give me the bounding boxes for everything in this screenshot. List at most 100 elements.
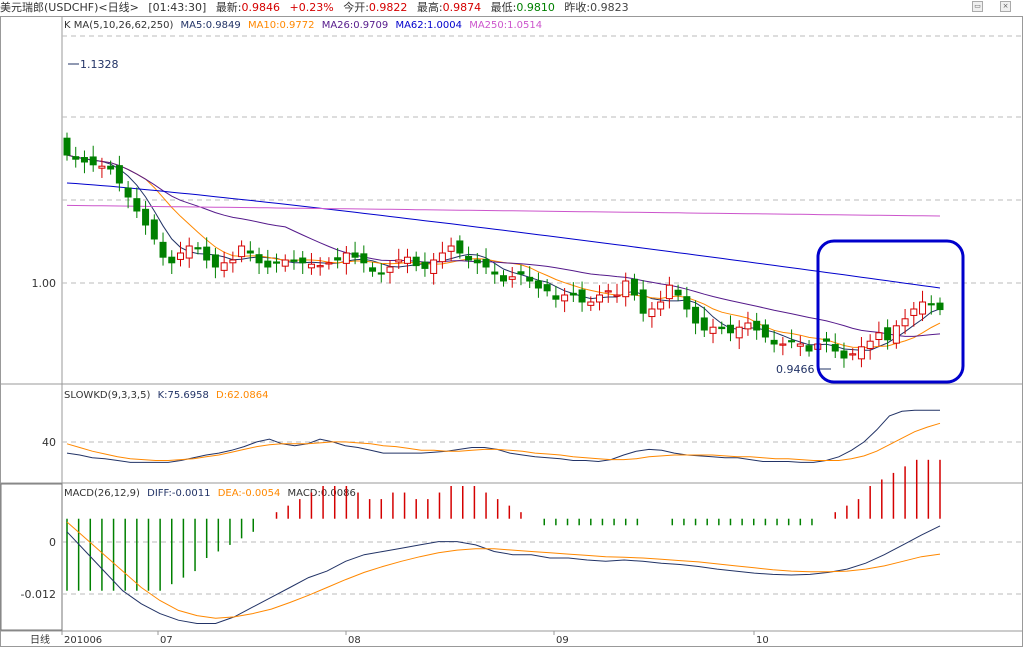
candle-body-up — [919, 301, 927, 315]
candle-body-up — [709, 326, 717, 334]
highlight-box — [816, 239, 965, 384]
candle-body-up — [875, 332, 883, 341]
candle-body-down — [692, 306, 700, 324]
gridlines — [62, 35, 1023, 595]
candle-body-up — [238, 245, 246, 258]
candle-body-down — [718, 326, 726, 330]
ma5-value: MA5:0.9849 — [181, 20, 241, 31]
candle-body-up — [438, 252, 446, 263]
candle-body-down — [351, 252, 359, 258]
candle-body-up — [281, 259, 289, 267]
x-axis-label: 日线 — [30, 633, 50, 646]
low-price-value: 0.9810 — [516, 1, 555, 14]
max-price-marker: 1.1328 — [68, 58, 119, 71]
ma62-value: MA62:1.0004 — [395, 20, 462, 31]
change-percent: +0.23% — [289, 1, 334, 14]
candle-body-down — [840, 350, 848, 359]
candle-body-down — [142, 208, 150, 226]
ma250-line — [66, 204, 941, 217]
candle-body-down — [526, 276, 534, 282]
candle-body-up — [866, 340, 874, 349]
candle-body-down — [884, 327, 892, 341]
candle-body-up — [220, 262, 228, 271]
x-tick-label: 07 — [160, 635, 173, 646]
candle-body-up — [561, 294, 569, 302]
candle-body-down — [273, 261, 281, 264]
candle-body-down — [630, 278, 638, 296]
candle-body-up — [613, 294, 621, 297]
candle-body-down — [552, 295, 560, 300]
candlesticks — [63, 132, 944, 368]
candle-body-down — [491, 271, 499, 275]
candle-body-down — [639, 289, 647, 314]
close-icon[interactable]: × — [1000, 1, 1011, 12]
candle-body-down — [482, 258, 490, 268]
candle-body-down — [133, 198, 141, 212]
candle-body-down — [569, 292, 577, 296]
x-tick-label: 201006 — [64, 635, 102, 646]
candle-body-down — [500, 275, 507, 282]
symbol-title: 美元瑞郎(USDCHF)<日线> — [0, 1, 139, 14]
macd-ytick-zero: 0 — [49, 536, 56, 549]
low-price-label: 最低: — [490, 1, 517, 14]
candle-body-down — [761, 324, 769, 338]
x-ticks: 201006 07 08 09 10 — [61, 631, 769, 646]
macd-dea-value: DEA:-0.0054 — [218, 488, 281, 499]
candle-body-down — [150, 219, 158, 240]
candle-body-down — [823, 338, 831, 342]
min-price-label: 0.9466 — [776, 363, 815, 376]
candle-body-up — [857, 346, 865, 360]
price-legend: K MA(5,10,26,62,250) MA5:0.9849 MA10:0.9… — [64, 20, 542, 31]
candle-body-up — [587, 301, 595, 306]
candle-body-up — [849, 353, 857, 356]
candle-body-down — [203, 246, 211, 261]
candle-body-up — [316, 265, 324, 268]
candle-body-up — [229, 259, 237, 264]
ma26-value: MA26:0.9709 — [322, 20, 389, 31]
candle-body-down — [168, 256, 176, 264]
candle-body-up — [596, 294, 604, 303]
macd-ytick-low: -0.012 — [21, 588, 56, 601]
max-price-label: 1.1328 — [80, 58, 119, 71]
candle-body-up — [901, 318, 909, 327]
macd-diff-value: DIFF:-0.0011 — [147, 488, 210, 499]
candle-body-down — [473, 259, 481, 264]
candle-body-down — [936, 302, 944, 311]
price-ytick: 1.00 — [32, 277, 57, 290]
ma250-value: MA250:1.0514 — [469, 20, 542, 31]
macd-dea-line — [66, 521, 941, 619]
candle-body-down — [831, 344, 839, 352]
candle-body-down — [517, 271, 525, 275]
stock-chart[interactable]: K MA(5,10,26,62,250) MA5:0.9849 MA10:0.9… — [0, 16, 1023, 647]
candle-body-up — [325, 262, 333, 265]
price-legend-prefix: K MA(5,10,26,62,250) — [64, 20, 173, 31]
high-price-value: 0.9874 — [442, 1, 482, 14]
macd-axis-box — [0, 483, 63, 631]
candle-body-up — [447, 245, 455, 252]
candle-body-down — [194, 247, 202, 250]
candle-body-down — [107, 165, 115, 170]
high-price: 最高:0.9874 — [417, 1, 481, 14]
candle-body-down — [683, 296, 691, 310]
candle-body-up — [796, 343, 804, 347]
candle-body-up — [604, 290, 612, 293]
kd-legend-prefix: SLOWKD(9,3,3,5) — [64, 390, 150, 401]
candle-body-up — [744, 322, 752, 330]
candle-body-down — [753, 320, 761, 331]
candle-body-down — [421, 261, 429, 269]
open-price-value: 0.9822 — [368, 1, 408, 14]
open-price-label: 今开: — [343, 1, 369, 14]
candle-body-down — [290, 259, 298, 262]
candle-body-up — [185, 245, 193, 259]
ma10-value: MA10:0.9772 — [248, 20, 315, 31]
last-price-value: 0.9846 — [241, 1, 281, 14]
candle-body-up — [395, 259, 403, 263]
macd-legend-prefix: MACD(26,12,9) — [64, 488, 140, 499]
candle-body-down — [63, 137, 71, 156]
candle-body-down — [700, 317, 708, 331]
x-tick-label: 10 — [756, 635, 769, 646]
slowkd-lines — [66, 409, 941, 463]
restore-icon[interactable]: ▭ — [972, 1, 983, 12]
x-tick-label: 09 — [556, 635, 569, 646]
candle-body-down — [299, 257, 307, 264]
